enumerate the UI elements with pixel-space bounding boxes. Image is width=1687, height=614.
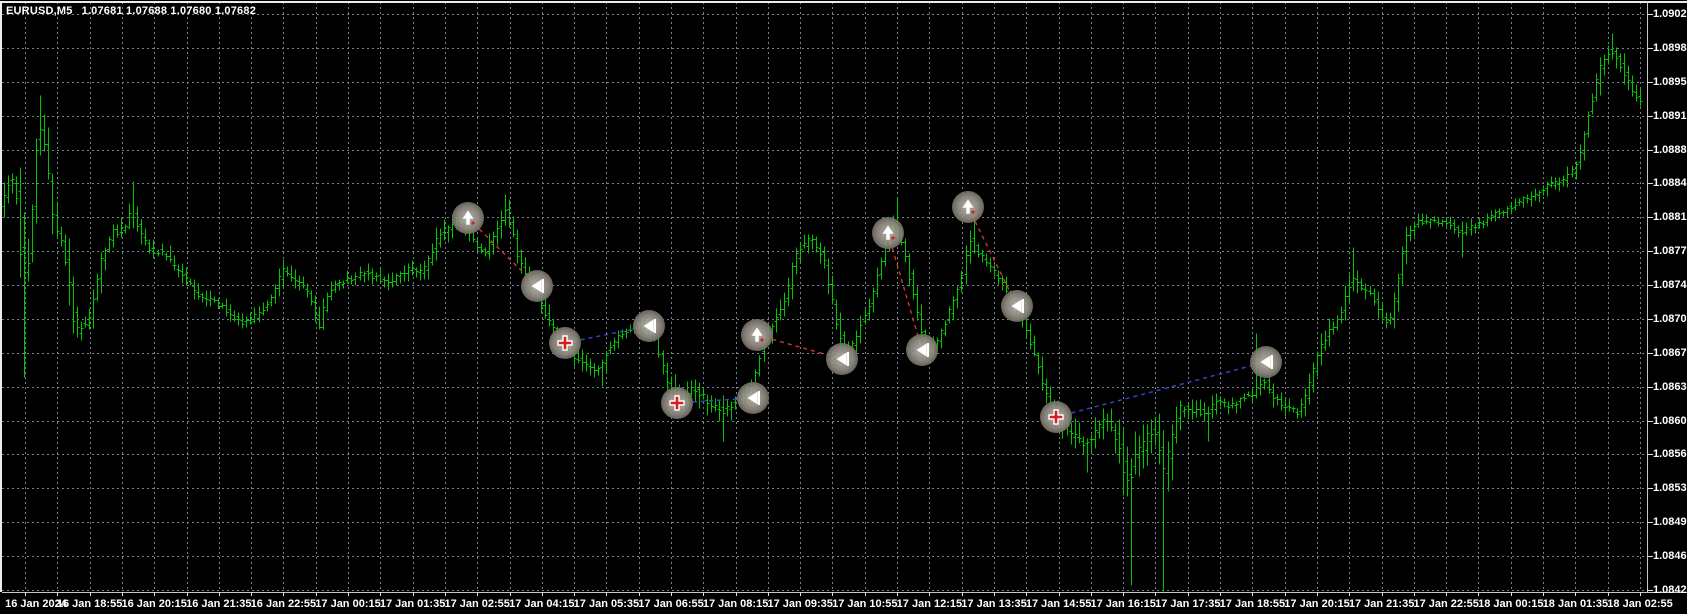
trade-line-buy	[1055, 361, 1267, 418]
chart-window: EURUSD,M5 1.07681 1.07688 1.07680 1.07682…	[0, 0, 1687, 614]
trade-line-sell	[967, 206, 1018, 307]
symbol-timeframe-label: EURUSD,M5	[6, 5, 73, 17]
time-axis-label: 18 Jan 02:55	[1607, 598, 1673, 610]
price-axis-label: 1.08530	[1653, 482, 1687, 494]
price-axis-label: 1.08915	[1653, 110, 1687, 122]
price-axis-label: 1.08950	[1653, 76, 1687, 88]
price-axis-label: 1.08740	[1653, 279, 1687, 291]
price-axis-label: 1.08880	[1653, 144, 1687, 156]
price-axis-label: 1.08460	[1653, 550, 1687, 562]
price-axis-label: 1.08845	[1653, 177, 1687, 189]
price-axis-label: 1.08670	[1653, 347, 1687, 359]
price-axis-label: 1.08705	[1653, 313, 1687, 325]
price-axis-label: 1.08565	[1653, 448, 1687, 460]
price-axis-label: 1.08635	[1653, 381, 1687, 393]
price-axis-label: 1.08425	[1653, 584, 1687, 596]
price-axis-label: 1.08775	[1653, 245, 1687, 257]
price-axis-label: 1.08810	[1653, 211, 1687, 223]
price-axis-label: 1.08600	[1653, 415, 1687, 427]
window-left-border	[0, 1, 2, 592]
price-axis-label: 1.09020	[1653, 8, 1687, 20]
chart-canvas[interactable]	[0, 0, 1687, 614]
chart-title: EURUSD,M5 1.07681 1.07688 1.07680 1.07682	[6, 5, 256, 17]
price-axis-label: 1.08495	[1653, 516, 1687, 528]
price-bars	[2, 33, 1643, 592]
ohlc-values: 1.07681 1.07688 1.07680 1.07682	[81, 5, 257, 17]
price-axis-label: 1.08985	[1653, 42, 1687, 54]
window-top-border	[0, 1, 1687, 3]
